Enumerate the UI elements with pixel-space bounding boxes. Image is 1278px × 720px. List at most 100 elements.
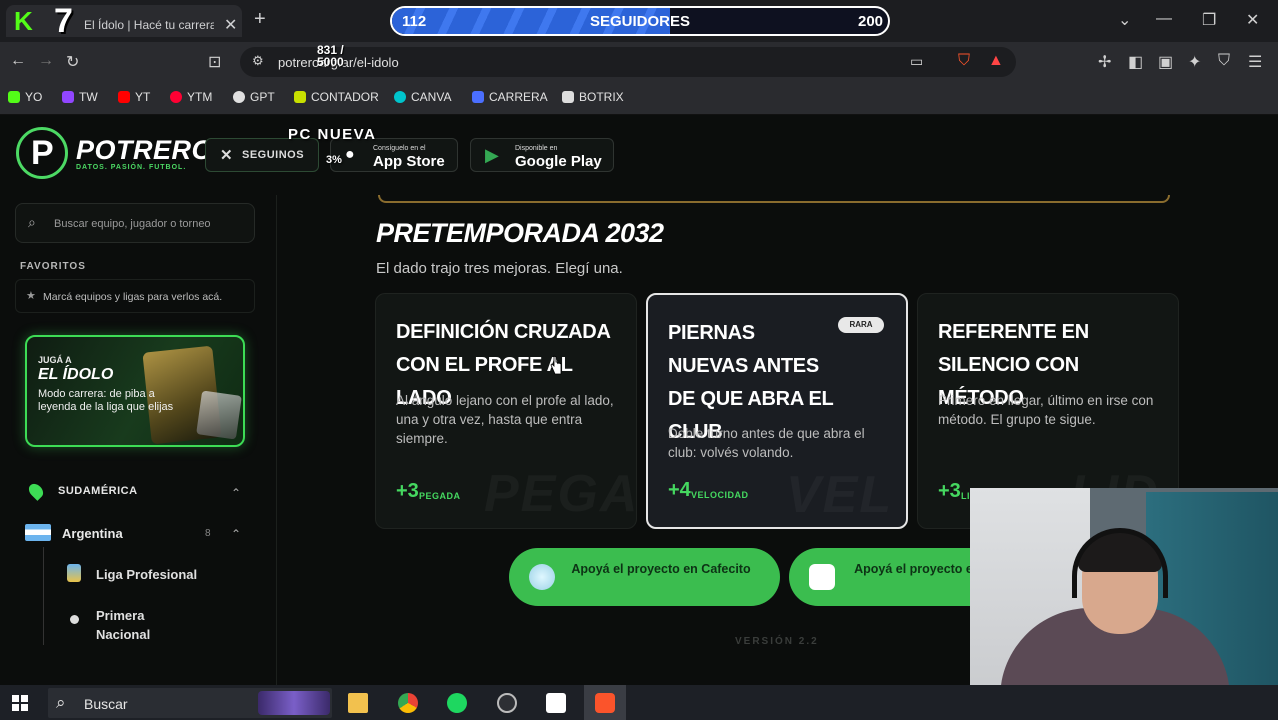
liga-profesional-icon <box>67 564 81 582</box>
league-primera-nacional[interactable]: Primera Nacional <box>96 606 186 644</box>
taskbar-search-input[interactable]: ⌕ Buscar <box>48 688 332 718</box>
support-cafecito-label: Apoyá el proyecto en Cafecito <box>571 562 751 576</box>
url-field[interactable]: ⚙ potreroarg.ar/el-idolo ▭ ⛉ ▲ <box>240 47 1016 77</box>
reload-icon[interactable]: ↻ <box>66 52 79 72</box>
browser-tab-bar: El Ídolo | Hacé tu carrera de futbol ✕ K… <box>0 0 1278 42</box>
country-count: 8 <box>205 528 211 539</box>
spotify-icon[interactable] <box>447 693 467 713</box>
wallet-icon[interactable]: ▣ <box>1158 52 1173 72</box>
bookmark-label: YT <box>135 90 151 104</box>
leo-ai-icon[interactable]: ✦ <box>1188 52 1201 72</box>
card-watermark: PEGADA <box>484 464 636 524</box>
upgrade-card[interactable]: VEL RARA PIERNAS NUEVAS ANTES DE QUE ABR… <box>646 293 908 529</box>
app-store-button[interactable]: ● Consíguelo en el App Store <box>330 138 458 172</box>
vpn-icon[interactable]: ⛉ <box>1218 52 1230 70</box>
overlay-counter: 831 / 5000 <box>317 44 344 68</box>
search-placeholder: Buscar equipo, jugador o torneo <box>54 218 211 230</box>
promo-small: JUGÁ A <box>38 355 72 365</box>
location-pin-icon <box>26 481 46 501</box>
bookmark-yo[interactable]: YO <box>8 90 42 104</box>
argentina-flag-icon <box>25 524 51 541</box>
bookmark-carrera[interactable]: CARRERA <box>472 90 548 104</box>
bookmark-yt-icon <box>118 91 130 103</box>
card-stat: LI <box>961 491 970 501</box>
bookmark-yt[interactable]: YT <box>118 90 150 104</box>
follow-x-button[interactable]: ✕ SEGUINOS <box>205 138 319 172</box>
taskbar-search-label: Buscar <box>84 696 128 712</box>
brave-rewards-icon[interactable]: ▲ <box>988 52 1004 70</box>
site-brand[interactable]: POTRERO <box>76 135 213 166</box>
upgrade-card[interactable]: PEGADA DEFINICIÓN CRUZADA CON EL PROFE A… <box>375 293 637 529</box>
secondary-card-image <box>196 390 242 440</box>
search-icon: ⌕ <box>56 693 66 712</box>
el-idolo-promo-card[interactable]: JUGÁ A EL ÍDOLO Modo carrera: de piba a … <box>25 335 245 447</box>
minimize-icon[interactable]: — <box>1156 10 1172 28</box>
windows-taskbar: ⌕ Buscar <box>0 685 1278 720</box>
site-tagline: DATOS. PASIÓN. FUTBOL. <box>76 164 187 171</box>
tab-close-icon[interactable]: ✕ <box>224 15 237 35</box>
bookmark-tw[interactable]: TW <box>62 90 98 104</box>
region-label: SUDAMÉRICA <box>58 485 138 497</box>
back-icon[interactable]: ← <box>10 52 26 70</box>
card-stat: PEGADA <box>419 491 461 501</box>
browser-tab[interactable]: El Ídolo | Hacé tu carrera de futbol ✕ <box>6 5 242 37</box>
extensions-icon[interactable]: ✢ <box>1098 52 1111 72</box>
site-header: P POTRERO DATOS. PASIÓN. FUTBOL. ✕ SEGUI… <box>0 115 1278 195</box>
followers-label: SEGUIDORES <box>590 13 691 30</box>
close-window-icon[interactable]: ✕ <box>1246 10 1259 30</box>
bookmark-canva-icon <box>394 91 406 103</box>
bookmark-botrix-icon <box>562 91 574 103</box>
league-liga-profesional[interactable]: Liga Profesional <box>96 565 197 584</box>
followers-goal: 200 <box>858 13 884 30</box>
bookmark-yo-icon <box>8 91 20 103</box>
bookmark-label: CANVA <box>411 90 452 104</box>
bookmark-canva[interactable]: CANVA <box>394 90 451 104</box>
bookmark-contador[interactable]: CONTADOR <box>294 90 379 104</box>
sidebar-search-input[interactable]: ⌕ Buscar equipo, jugador o torneo <box>15 203 255 243</box>
tab-title: El Ídolo | Hacé tu carrera de futbol <box>84 18 214 32</box>
restore-icon[interactable]: ❐ <box>1202 10 1216 30</box>
forward-icon[interactable]: → <box>38 52 54 70</box>
bookmark-ytm[interactable]: YTM <box>170 90 212 104</box>
fox-app-icon[interactable] <box>546 693 566 713</box>
potrero-logo-icon[interactable]: P <box>16 127 68 179</box>
new-tab-button[interactable]: + <box>254 8 266 31</box>
chevron-up-icon[interactable]: ⌃ <box>231 486 241 500</box>
star-icon: ★ <box>26 290 36 302</box>
kofi-cup-icon <box>809 564 835 590</box>
bookmark-label: CONTADOR <box>311 90 379 104</box>
chrome-icon[interactable] <box>398 693 418 713</box>
version-label: VERSIÓN 2.2 <box>735 636 819 647</box>
card-stat: VELOCIDAD <box>691 490 749 500</box>
bookmark-gpt[interactable]: GPT <box>233 90 275 104</box>
menu-icon[interactable]: ☰ <box>1248 52 1262 72</box>
windows-start-icon[interactable] <box>12 695 28 711</box>
overlay-counter-line2: 5000 <box>317 55 344 69</box>
obs-icon[interactable] <box>497 693 517 713</box>
cafecito-icon <box>529 564 555 590</box>
file-explorer-icon[interactable] <box>348 693 368 713</box>
kick-logo: K <box>14 6 33 36</box>
chevron-up-icon[interactable]: ⌃ <box>231 527 241 541</box>
address-bar-row: ← → ↻ ⊡ ⚙ potreroarg.ar/el-idolo ▭ ⛉ ▲ ✢… <box>0 42 1278 82</box>
site-info-icon[interactable]: ⚙ <box>252 53 264 69</box>
bookmark-botrix[interactable]: BOTRIX <box>562 90 624 104</box>
favorites-hint: Marcá equipos y ligas para verlos acá. <box>43 291 223 303</box>
season-subtitle: El dado trajo tres mejoras. Elegí una. <box>376 260 623 277</box>
bookmark-tw-icon <box>62 91 74 103</box>
country-argentina[interactable]: Argentina <box>62 526 123 541</box>
bookmark-contador-icon <box>294 91 306 103</box>
apple-icon: ● <box>345 146 355 163</box>
overlay-pc-percent: 3% <box>326 154 342 166</box>
google-play-button[interactable]: ▶ Disponible en Google Play <box>470 138 614 172</box>
tab-list-chevron-icon[interactable]: ⌄ <box>1118 10 1131 30</box>
cast-icon[interactable]: ▭ <box>910 53 923 70</box>
promo-title: EL ÍDOLO <box>38 366 114 383</box>
sidebar-toggle-icon[interactable]: ◧ <box>1128 52 1143 72</box>
brave-shield-icon[interactable]: ⛉ <box>958 52 970 70</box>
brave-icon[interactable] <box>595 693 615 713</box>
bookmark-icon[interactable]: ⊡ <box>208 52 221 72</box>
bookmark-label: GPT <box>250 90 275 104</box>
favorites-empty: ★ Marcá equipos y ligas para verlos acá. <box>15 279 255 313</box>
support-cafecito-button[interactable]: Apoyá el proyecto en Cafecito <box>509 548 780 606</box>
